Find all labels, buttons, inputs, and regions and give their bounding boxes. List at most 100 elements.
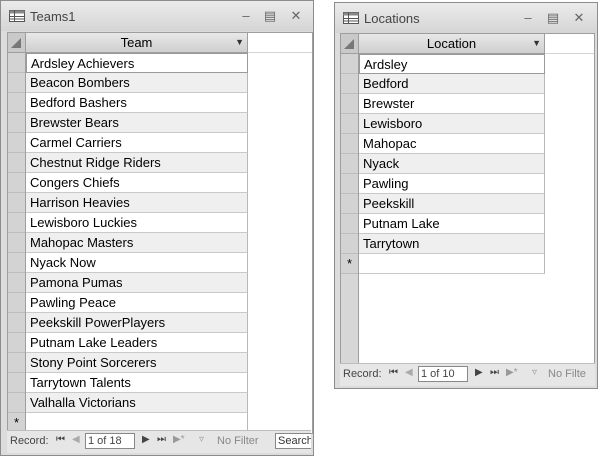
row-selector[interactable] xyxy=(8,193,25,213)
row-selector[interactable] xyxy=(8,333,25,353)
new-record-icon[interactable]: ▶* xyxy=(173,434,185,445)
locations-rows: Ardsley Bedford Brewster Lewisboro Mahop… xyxy=(359,54,545,274)
select-all-corner[interactable] xyxy=(341,34,359,54)
table-row[interactable]: Harrison Heavies xyxy=(26,193,248,213)
table-row[interactable]: Ardsley xyxy=(359,54,545,74)
locations-window: Locations – ▤ ✕ Location ▼ * Ardsley Bed… xyxy=(334,2,598,389)
row-selector[interactable] xyxy=(8,273,25,293)
new-record-icon[interactable]: ▶* xyxy=(506,367,518,378)
close-icon[interactable]: ✕ xyxy=(570,10,588,26)
table-row[interactable]: Tarrytown Talents xyxy=(26,373,248,393)
row-selector[interactable] xyxy=(8,373,25,393)
table-row[interactable]: Pawling xyxy=(359,174,545,194)
row-selector[interactable] xyxy=(8,133,25,153)
record-label: Record: xyxy=(343,368,382,380)
empty-column-area xyxy=(545,34,594,54)
search-input[interactable]: Search xyxy=(275,433,311,449)
table-row[interactable]: Putnam Lake xyxy=(359,214,545,234)
table-row[interactable]: Mahopac xyxy=(359,134,545,154)
row-selector[interactable] xyxy=(8,253,25,273)
table-row[interactable]: Bedford xyxy=(359,74,545,94)
table-row[interactable]: Peekskill PowerPlayers xyxy=(26,313,248,333)
table-row[interactable]: Beacon Bombers xyxy=(26,73,248,93)
close-icon[interactable]: ✕ xyxy=(287,8,305,24)
row-selector[interactable] xyxy=(341,174,358,194)
previous-record-icon[interactable]: ◀ xyxy=(72,434,80,445)
row-selector[interactable] xyxy=(341,154,358,174)
locations-window-title: Locations xyxy=(364,11,420,26)
locations-record-navigator: Record: ⏮ ◀ 1 of 10 ▶ ⏭ ▶* ▿ No Filte xyxy=(340,363,595,386)
minimize-icon[interactable]: – xyxy=(519,10,537,26)
last-record-icon[interactable]: ⏭ xyxy=(157,434,166,445)
row-selector[interactable] xyxy=(341,234,358,254)
row-selector[interactable] xyxy=(8,213,25,233)
last-record-icon[interactable]: ⏭ xyxy=(490,367,499,378)
filter-icon: ▿ xyxy=(199,434,205,445)
empty-column-area xyxy=(248,33,312,53)
table-row[interactable]: Nyack xyxy=(359,154,545,174)
table-row[interactable]: Putnam Lake Leaders xyxy=(26,333,248,353)
record-position-field[interactable]: 1 of 10 xyxy=(418,366,468,382)
teams-window: Teams1 – ▤ ✕ Team ▼ * Ardsley Achievers … xyxy=(0,0,314,456)
row-selector[interactable] xyxy=(341,134,358,154)
row-selector[interactable] xyxy=(341,74,358,94)
table-row[interactable]: Congers Chiefs xyxy=(26,173,248,193)
table-row[interactable]: Pamona Pumas xyxy=(26,273,248,293)
table-row[interactable]: Nyack Now xyxy=(26,253,248,273)
no-filter-button[interactable]: No Filte xyxy=(548,368,586,380)
teams-row-selectors: * xyxy=(8,53,26,433)
row-selector[interactable] xyxy=(8,353,25,373)
column-dropdown-icon[interactable]: ▼ xyxy=(532,34,541,53)
table-row[interactable]: Mahopac Masters xyxy=(26,233,248,253)
locations-row-selectors: * xyxy=(341,54,359,366)
new-record-marker[interactable]: * xyxy=(341,254,358,274)
row-selector[interactable] xyxy=(8,113,25,133)
row-selector[interactable] xyxy=(8,53,25,73)
first-record-icon[interactable]: ⏮ xyxy=(56,434,65,445)
table-row[interactable]: Valhalla Victorians xyxy=(26,393,248,413)
row-selector[interactable] xyxy=(8,73,25,93)
record-position-field[interactable]: 1 of 18 xyxy=(85,433,135,449)
table-row[interactable]: Carmel Carriers xyxy=(26,133,248,153)
column-dropdown-icon[interactable]: ▼ xyxy=(235,33,244,52)
table-row[interactable]: Chestnut Ridge Riders xyxy=(26,153,248,173)
new-record-row[interactable] xyxy=(359,254,545,274)
minimize-icon[interactable]: – xyxy=(237,8,255,24)
table-row[interactable]: Stony Point Sorcerers xyxy=(26,353,248,373)
row-selector[interactable] xyxy=(8,153,25,173)
row-selector[interactable] xyxy=(8,93,25,113)
first-record-icon[interactable]: ⏮ xyxy=(389,367,398,378)
filter-icon: ▿ xyxy=(532,367,538,378)
row-selector[interactable] xyxy=(8,393,25,413)
next-record-icon[interactable]: ▶ xyxy=(475,367,483,378)
no-filter-button[interactable]: No Filter xyxy=(217,435,259,447)
row-selector[interactable] xyxy=(8,293,25,313)
table-row[interactable]: Lewisboro Luckies xyxy=(26,213,248,233)
table-row[interactable]: Pawling Peace xyxy=(26,293,248,313)
table-row[interactable]: Brewster xyxy=(359,94,545,114)
maximize-icon[interactable]: ▤ xyxy=(544,10,562,26)
previous-record-icon[interactable]: ◀ xyxy=(405,367,413,378)
table-row[interactable]: Peekskill xyxy=(359,194,545,214)
row-selector[interactable] xyxy=(8,313,25,333)
table-row[interactable]: Tarrytown xyxy=(359,234,545,254)
table-row[interactable]: Bedford Bashers xyxy=(26,93,248,113)
team-column-label: Team xyxy=(120,35,153,50)
location-column-header[interactable]: Location ▼ xyxy=(359,34,545,54)
locations-titlebar[interactable]: Locations – ▤ ✕ xyxy=(335,3,597,33)
maximize-icon[interactable]: ▤ xyxy=(261,8,279,24)
table-row[interactable]: Ardsley Achievers xyxy=(26,53,248,73)
row-selector[interactable] xyxy=(341,114,358,134)
row-selector[interactable] xyxy=(8,173,25,193)
row-selector[interactable] xyxy=(341,54,358,74)
table-row[interactable]: Brewster Bears xyxy=(26,113,248,133)
select-all-corner[interactable] xyxy=(8,33,26,53)
next-record-icon[interactable]: ▶ xyxy=(142,434,150,445)
row-selector[interactable] xyxy=(8,233,25,253)
team-column-header[interactable]: Team ▼ xyxy=(26,33,248,53)
table-row[interactable]: Lewisboro xyxy=(359,114,545,134)
row-selector[interactable] xyxy=(341,214,358,234)
row-selector[interactable] xyxy=(341,194,358,214)
row-selector[interactable] xyxy=(341,94,358,114)
teams-titlebar[interactable]: Teams1 – ▤ ✕ xyxy=(1,1,313,31)
